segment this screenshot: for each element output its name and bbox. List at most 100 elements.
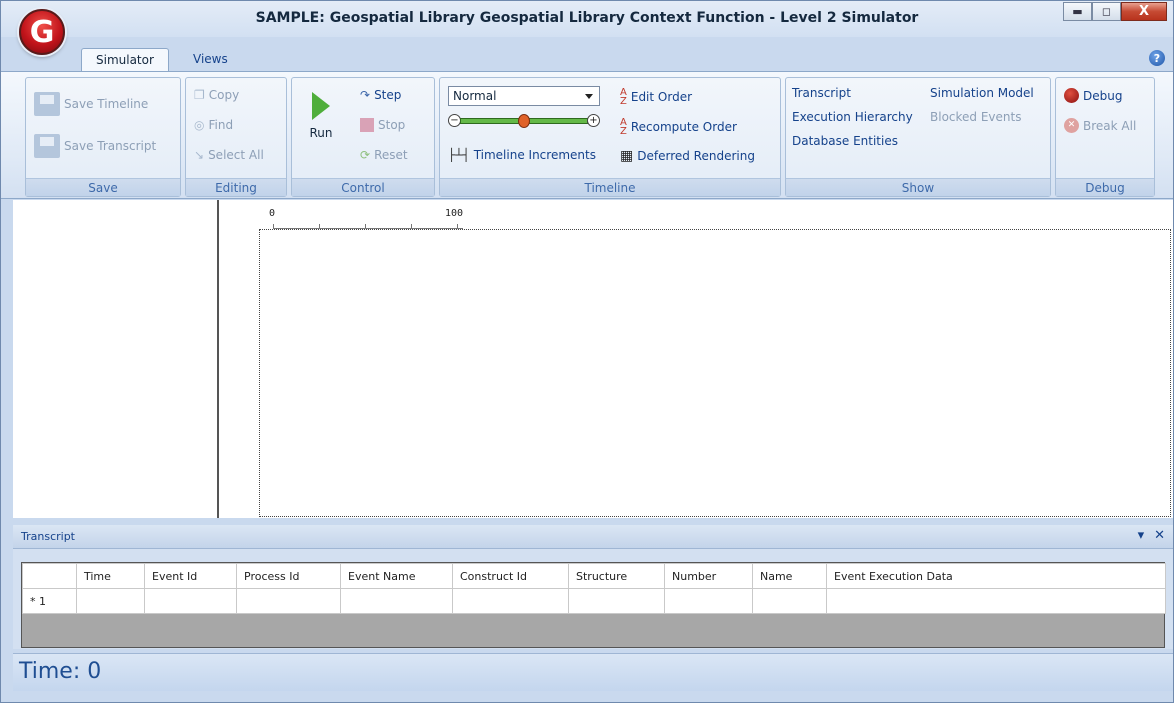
simulation-area: 0 100 — [13, 200, 1173, 518]
help-icon[interactable]: ? — [1149, 50, 1165, 66]
table-cell[interactable] — [144, 588, 237, 614]
copy-button[interactable]: ❐ Copy — [194, 88, 239, 102]
select-all-button[interactable]: ↘ Select All — [194, 148, 264, 162]
ruler-icon: ├┴┤ — [448, 148, 470, 162]
table-cell[interactable] — [76, 588, 145, 614]
column-header-name[interactable]: Name — [752, 563, 827, 589]
copy-icon: ❐ — [194, 88, 205, 102]
stop-button[interactable]: Stop — [360, 118, 405, 132]
table-cell[interactable] — [340, 588, 453, 614]
dropdown-arrow-icon[interactable]: ▾ — [1138, 528, 1145, 543]
column-header-structure[interactable]: Structure — [568, 563, 665, 589]
title-bar: SAMPLE: Geospatial Library Geospatial Li… — [1, 1, 1173, 37]
timeline-increments-button[interactable]: ├┴┤ Timeline Increments — [448, 148, 596, 162]
show-execution-hierarchy-button[interactable]: Execution Hierarchy — [792, 110, 913, 124]
table-cell[interactable] — [752, 588, 827, 614]
ruler-start-label: 0 — [269, 208, 276, 219]
timeline-group-label: Timeline — [440, 178, 780, 196]
column-header-event-id[interactable]: Event Id — [144, 563, 237, 589]
show-blocked-events-button[interactable]: Blocked Events — [930, 110, 1021, 124]
ruler-end-label: 100 — [445, 208, 464, 219]
control-group: Run ↷ Step Stop ⟳ Reset Control — [291, 77, 435, 197]
editing-group: ❐ Copy ◎ Find ↘ Select All Editing — [185, 77, 287, 197]
table-cell[interactable] — [568, 588, 665, 614]
run-button[interactable]: Run — [304, 92, 338, 140]
table-cell[interactable] — [452, 588, 569, 614]
binoculars-icon: ◎ — [194, 118, 205, 132]
column-header-time[interactable]: Time — [76, 563, 145, 589]
save-icon — [34, 92, 60, 116]
simulator-window: SAMPLE: Geospatial Library Geospatial Li… — [0, 0, 1174, 703]
timeline-canvas[interactable] — [259, 229, 1171, 517]
close-icon[interactable]: ✕ — [1154, 528, 1165, 543]
recompute-order-button[interactable]: AZ Recompute Order — [620, 118, 737, 137]
save-group-label: Save — [26, 178, 180, 196]
save-timeline-button[interactable]: Save Timeline — [34, 92, 148, 116]
close-icon: X — [1138, 4, 1150, 19]
find-button[interactable]: ◎ Find — [194, 118, 233, 132]
save-group: Save Timeline Save Transcript Save — [25, 77, 181, 197]
maximize-button[interactable]: ◻ — [1092, 2, 1121, 21]
stop-icon — [360, 118, 374, 132]
minimize-button[interactable]: ▬ — [1063, 2, 1092, 21]
edit-order-button[interactable]: AZ Edit Order — [620, 87, 693, 107]
column-header-event-name[interactable]: Event Name — [340, 563, 453, 589]
speed-select[interactable]: Normal — [448, 86, 600, 106]
transcript-pane: Transcript ▾ ✕ Time Event Id Process Id … — [13, 525, 1173, 649]
table-cell[interactable] — [236, 588, 341, 614]
deferred-rendering-button[interactable]: ▦ Deferred Rendering — [620, 148, 755, 164]
save-icon — [34, 134, 60, 158]
time-readout: Time: 0 — [19, 659, 102, 684]
debug-label: Debug — [1083, 88, 1123, 103]
column-header-process-id[interactable]: Process Id — [236, 563, 341, 589]
stop-label: Stop — [378, 118, 406, 132]
show-simulation-model-button[interactable]: Simulation Model — [930, 86, 1034, 100]
show-transcript-button[interactable]: Transcript — [792, 86, 851, 100]
column-header-number[interactable]: Number — [664, 563, 753, 589]
timeline-group: Normal − + ├┴┤ Timeline Increments AZ Ed… — [439, 77, 781, 197]
app-logo-icon: G — [29, 14, 55, 50]
row-marker: * 1 — [22, 588, 77, 614]
minimize-icon: ▬ — [1072, 5, 1083, 18]
show-group-label: Show — [786, 178, 1050, 196]
break-all-button[interactable]: ✕ Break All — [1064, 118, 1136, 133]
slider-thumb[interactable] — [518, 114, 530, 128]
save-transcript-button[interactable]: Save Transcript — [34, 134, 156, 158]
transcript-controls: ▾ ✕ — [1138, 528, 1165, 543]
close-button[interactable]: X — [1121, 2, 1167, 21]
copy-label: Copy — [208, 88, 240, 102]
edit-order-label: Edit Order — [630, 90, 693, 104]
save-timeline-label: Save Timeline — [64, 97, 149, 111]
plus-icon[interactable]: + — [587, 114, 600, 127]
editing-group-label: Editing — [186, 178, 286, 196]
ribbon-tabs: Simulator Views ? — [1, 46, 1173, 72]
transcript-grid[interactable]: Time Event Id Process Id Event Name Cons… — [21, 562, 1166, 648]
sort-az-icon: AZ — [620, 87, 627, 107]
reset-button[interactable]: ⟳ Reset — [360, 148, 408, 162]
debug-button[interactable]: Debug — [1064, 88, 1122, 103]
table-cell[interactable] — [826, 588, 1166, 614]
tab-simulator[interactable]: Simulator — [81, 48, 169, 72]
reset-label: Reset — [374, 148, 408, 162]
step-button[interactable]: ↷ Step — [360, 88, 401, 102]
column-header-event-execution-data[interactable]: Event Execution Data — [826, 563, 1166, 589]
save-transcript-label: Save Transcript — [64, 139, 157, 153]
table-cell[interactable] — [664, 588, 753, 614]
timeline-ruler: 0 100 — [269, 208, 463, 230]
speed-slider[interactable]: − + — [448, 114, 600, 128]
app-menu-button[interactable]: G — [19, 9, 65, 55]
film-icon: ▦ — [620, 148, 634, 164]
transcript-header-row: Time Event Id Process Id Event Name Cons… — [22, 563, 1166, 589]
control-group-label: Control — [292, 178, 434, 196]
debug-group: Debug ✕ Break All Debug — [1055, 77, 1155, 197]
debug-group-label: Debug — [1056, 178, 1154, 196]
tab-views[interactable]: Views — [179, 48, 242, 72]
cancel-icon: ✕ — [1064, 118, 1079, 133]
table-row[interactable]: * 1 — [22, 588, 1166, 614]
hierarchy-pane[interactable] — [13, 200, 219, 518]
show-database-entities-button[interactable]: Database Entities — [792, 134, 898, 148]
column-header-construct-id[interactable]: Construct Id — [452, 563, 569, 589]
recompute-order-label: Recompute Order — [630, 120, 737, 134]
deferred-rendering-label: Deferred Rendering — [637, 149, 755, 163]
status-bar: Time: 0 — [13, 653, 1173, 691]
